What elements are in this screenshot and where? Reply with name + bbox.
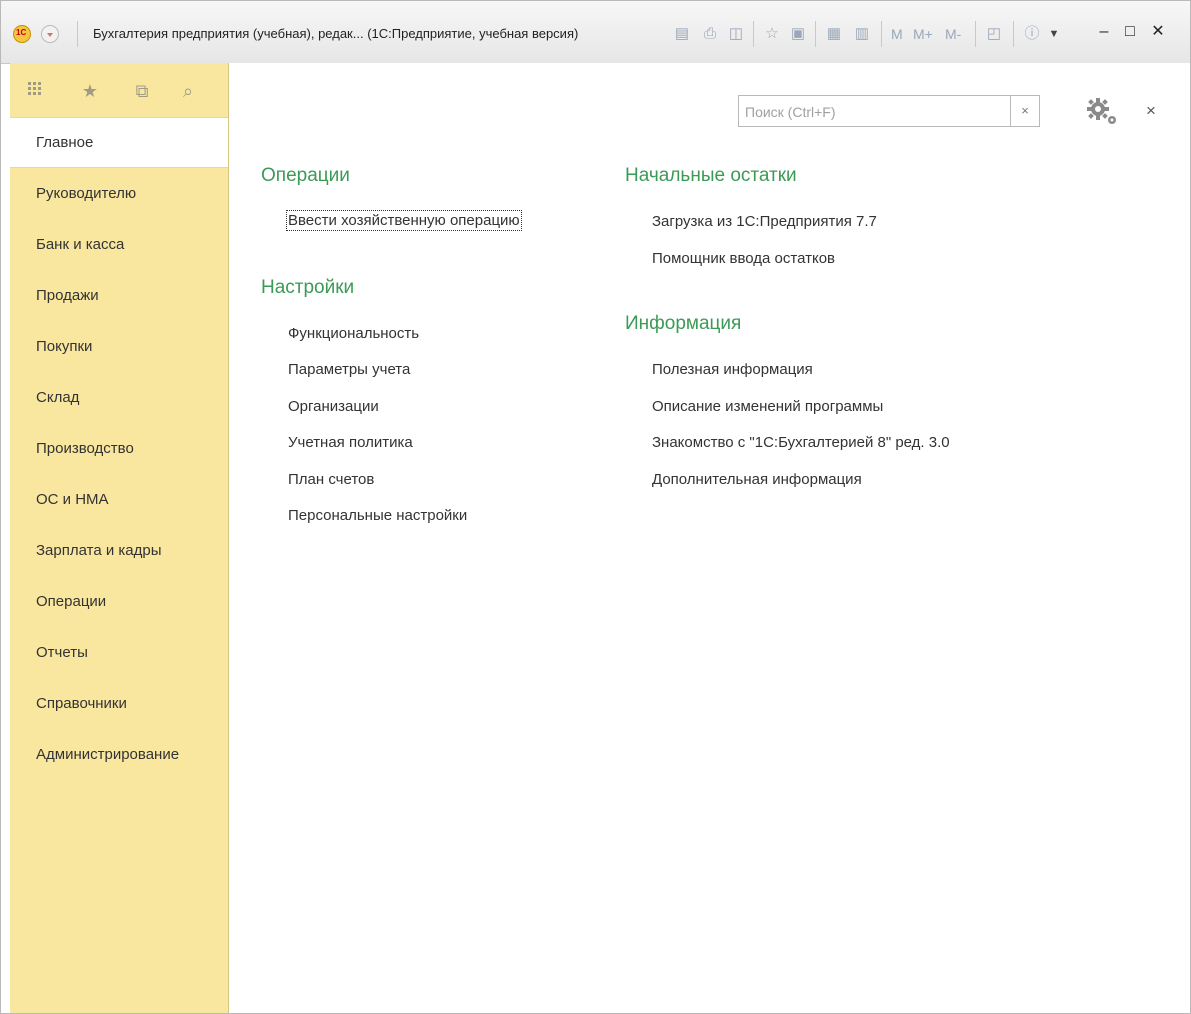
sidebar-item-sales[interactable]: Продажи — [10, 270, 228, 321]
all-functions-icon[interactable] — [28, 82, 42, 96]
toolbar-separator — [975, 21, 976, 47]
favorites-star-icon[interactable]: ★ — [80, 81, 100, 101]
section-title-operations: Операции — [261, 165, 350, 186]
minimize-button[interactable]: – — [1093, 21, 1115, 43]
calendar-icon[interactable]: ▥ — [853, 25, 871, 43]
sidebar-toolbar: ★ ⧉ ⌕ — [10, 63, 228, 117]
section-title-opening-balances: Начальные остатки — [625, 165, 797, 186]
sidebar-item-directories[interactable]: Справочники — [10, 678, 228, 729]
sidebar-item-administration[interactable]: Администрирование — [10, 729, 228, 780]
sidebar-item-fixed-assets[interactable]: ОС и НМА — [10, 474, 228, 525]
link-functionality[interactable]: Функциональность — [288, 325, 419, 342]
section-title-information: Информация — [625, 313, 742, 334]
link-introduction-1c-accounting[interactable]: Знакомство с "1С:Бухгалтерией 8" ред. 3.… — [652, 434, 950, 451]
section-nav: Главное Руководителю Банк и касса Продаж… — [10, 117, 228, 780]
sidebar-item-production[interactable]: Производство — [10, 423, 228, 474]
history-clock-icon[interactable]: ⧉ — [132, 81, 152, 101]
title-bar: Бухгалтерия предприятия (учебная), редак… — [1, 1, 1190, 64]
memory-minus-button[interactable]: M- — [945, 25, 961, 43]
memory-plus-button[interactable]: M+ — [913, 25, 933, 43]
search-icon[interactable]: ⌕ — [178, 81, 198, 101]
calculator-icon[interactable]: ▦ — [825, 25, 843, 43]
link-accounting-policy[interactable]: Учетная политика — [288, 434, 413, 451]
sidebar-item-warehouse[interactable]: Склад — [10, 372, 228, 423]
info-icon[interactable]: ⓘ — [1023, 25, 1041, 43]
toolbar-separator — [881, 21, 882, 47]
maximize-button[interactable]: □ — [1119, 21, 1141, 43]
toolbar-separator — [815, 21, 816, 47]
main-panel: × × Операци — [229, 63, 1190, 1013]
link-personal-settings[interactable]: Персональные настройки — [288, 507, 467, 524]
search-box: × — [738, 95, 1040, 127]
link-additional-information[interactable]: Дополнительная информация — [652, 471, 862, 488]
history-icon[interactable]: ▣ — [789, 25, 807, 43]
link-program-changes[interactable]: Описание изменений программы — [652, 398, 883, 415]
favorites-icon[interactable]: ☆ — [763, 25, 781, 43]
sidebar-item-payroll[interactable]: Зарплата и кадры — [10, 525, 228, 576]
title-separator — [77, 21, 78, 47]
app-logo-icon[interactable] — [13, 25, 31, 43]
sidebar-item-manager[interactable]: Руководителю — [10, 168, 228, 219]
link-import-from-1c77[interactable]: Загрузка из 1С:Предприятия 7.7 — [652, 213, 877, 230]
sidebar-item-reports[interactable]: Отчеты — [10, 627, 228, 678]
save-icon[interactable]: ▤ — [673, 25, 691, 43]
sidebar-item-main[interactable]: Главное — [10, 117, 228, 168]
link-organizations[interactable]: Организации — [288, 398, 379, 415]
gear-icon[interactable] — [1085, 95, 1119, 127]
window-title: Бухгалтерия предприятия (учебная), редак… — [93, 26, 579, 41]
section-title-settings: Настройки — [261, 277, 355, 298]
link-accounting-parameters[interactable]: Параметры учета — [288, 361, 410, 378]
sidebar: ★ ⧉ ⌕ Главное Руководителю Банк и касса … — [10, 63, 229, 1013]
toolbar-separator — [1013, 21, 1014, 47]
chevron-down-icon[interactable]: ▼ — [1045, 25, 1063, 43]
sidebar-item-operations[interactable]: Операции — [10, 576, 228, 627]
toolbar-separator — [753, 21, 754, 47]
link-enter-business-operation[interactable]: Ввести хозяйственную операцию — [286, 210, 522, 231]
link-balance-entry-assistant[interactable]: Помощник ввода остатков — [652, 250, 835, 267]
window-layout-icon[interactable]: ◰ — [985, 25, 1003, 43]
search-input[interactable] — [743, 97, 997, 127]
app-window: Бухгалтерия предприятия (учебная), редак… — [0, 0, 1191, 1014]
print-icon[interactable]: ⎙ — [701, 25, 719, 43]
preview-icon[interactable]: ◫ — [727, 25, 745, 43]
link-chart-of-accounts[interactable]: План счетов — [288, 471, 374, 488]
close-panel-button[interactable]: × — [1146, 101, 1156, 121]
memory-button[interactable]: M — [891, 25, 903, 43]
sidebar-item-bank-cash[interactable]: Банк и касса — [10, 219, 228, 270]
link-useful-information[interactable]: Полезная информация — [652, 361, 813, 378]
search-clear-button[interactable]: × — [1010, 96, 1039, 126]
close-window-button[interactable]: ✕ — [1147, 21, 1169, 43]
main-menu-icon[interactable] — [41, 25, 59, 43]
sidebar-item-purchases[interactable]: Покупки — [10, 321, 228, 372]
